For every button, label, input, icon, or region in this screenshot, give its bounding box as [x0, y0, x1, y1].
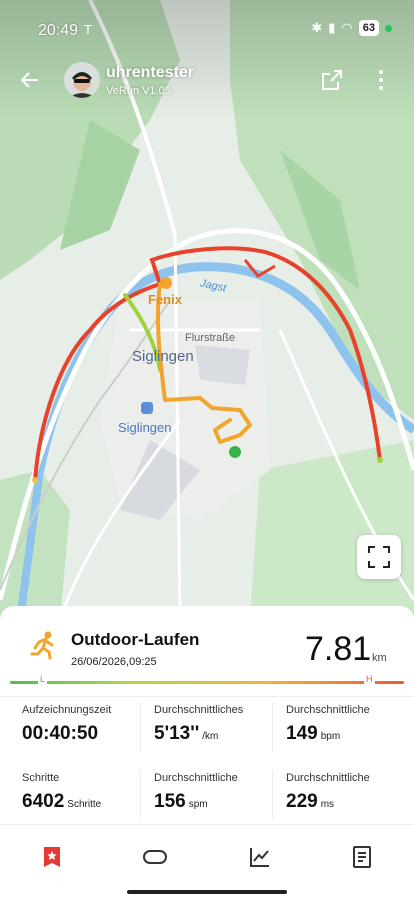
carrier-icon: T	[84, 22, 92, 37]
distance-unit: km	[372, 652, 387, 664]
stat-value: 156	[154, 791, 186, 812]
nav-details[interactable]	[350, 845, 374, 869]
stat-value: 149	[286, 723, 318, 744]
map-label-siglingen-town: Siglingen	[132, 348, 194, 365]
stat-label: Durchschnittliche	[286, 772, 370, 784]
stat-unit: spm	[188, 799, 208, 810]
battery-icon: 63	[358, 20, 379, 36]
map-label-flurstrasse: Flurstraße	[185, 332, 236, 344]
signal-icon: ▮	[328, 20, 336, 35]
restaurant-icon[interactable]	[160, 277, 172, 289]
stat-unit: /km	[202, 731, 219, 742]
stat-label: Aufzeichnungszeit	[22, 704, 112, 716]
document-icon	[353, 846, 371, 868]
stat-value: 00:40:50	[22, 723, 99, 744]
share-button[interactable]	[320, 68, 344, 92]
stat-label: Durchschnittliches	[154, 704, 244, 716]
home-indicator[interactable]	[127, 890, 287, 894]
more-vertical-icon	[379, 70, 383, 90]
stat-unit: ms	[320, 799, 335, 810]
status-bar: 20:49 T ✱ ▮ ◠ 63	[0, 0, 414, 50]
wifi-icon: ◠	[341, 20, 353, 35]
divider	[272, 702, 273, 752]
status-time: 20:49	[38, 22, 79, 39]
stat-recording-time: Aufzeichnungszeit 00:40:50	[22, 704, 111, 745]
line-chart-icon	[250, 848, 269, 867]
username: uhrentester	[106, 64, 195, 81]
stat-label: Durchschnittliche	[154, 772, 238, 784]
distance-value: 7.81	[305, 630, 372, 668]
privacy-indicator-icon	[385, 24, 392, 32]
divider	[140, 770, 141, 820]
intensity-scale-bar	[10, 681, 404, 684]
back-button[interactable]	[18, 68, 46, 96]
stat-unit: Schritte	[67, 799, 102, 810]
stat-value: 5'13''	[154, 723, 200, 744]
activity-title: Outdoor-Laufen	[71, 630, 200, 649]
map-label-fenix: Fenix	[148, 292, 182, 307]
stat-label: Durchschnittliche	[286, 704, 370, 716]
watch-device-icon	[143, 850, 167, 864]
share-icon	[322, 70, 342, 90]
more-options-button[interactable]	[372, 68, 390, 92]
avatar[interactable]	[64, 62, 100, 98]
activity-header: uhrentester VeRun V1.05	[0, 60, 414, 106]
nav-chart[interactable]	[248, 845, 272, 869]
stat-value: 6402	[22, 791, 65, 812]
divider	[272, 770, 273, 820]
nav-device[interactable]	[142, 845, 168, 869]
arrow-left-icon	[20, 72, 38, 88]
map-label-siglingen-station: Siglingen	[118, 420, 172, 435]
running-person-icon	[30, 631, 54, 660]
star-bookmark-icon	[44, 847, 60, 867]
stat-steps: Schritte 6402 Schritte	[22, 772, 101, 813]
stat-average-pace: Durchschnittliches 5'13''/km	[154, 704, 243, 745]
stat-unit: bpm	[320, 731, 341, 742]
scale-low-label: L	[38, 674, 48, 684]
divider	[140, 702, 141, 752]
stat-value: 229	[286, 791, 318, 812]
stat-label: Schritte	[22, 772, 60, 784]
app-version: VeRun V1.05	[106, 85, 171, 97]
divider	[0, 696, 414, 697]
bluetooth-icon: ✱	[311, 20, 323, 35]
stat-average-ground-contact: Durchschnittliche 229 ms	[286, 772, 370, 813]
train-station-icon[interactable]	[141, 402, 153, 414]
scale-high-label: H	[364, 674, 375, 684]
nav-bookmark[interactable]	[40, 845, 64, 869]
expand-icon	[368, 546, 390, 568]
stat-average-heart-rate: Durchschnittliche 149 bpm	[286, 704, 370, 745]
fullscreen-button[interactable]	[357, 535, 401, 579]
stat-average-cadence: Durchschnittliche 156 spm	[154, 772, 238, 813]
activity-date: 26/06/2026,09:25	[71, 656, 157, 668]
user-avatar-icon	[64, 62, 100, 98]
